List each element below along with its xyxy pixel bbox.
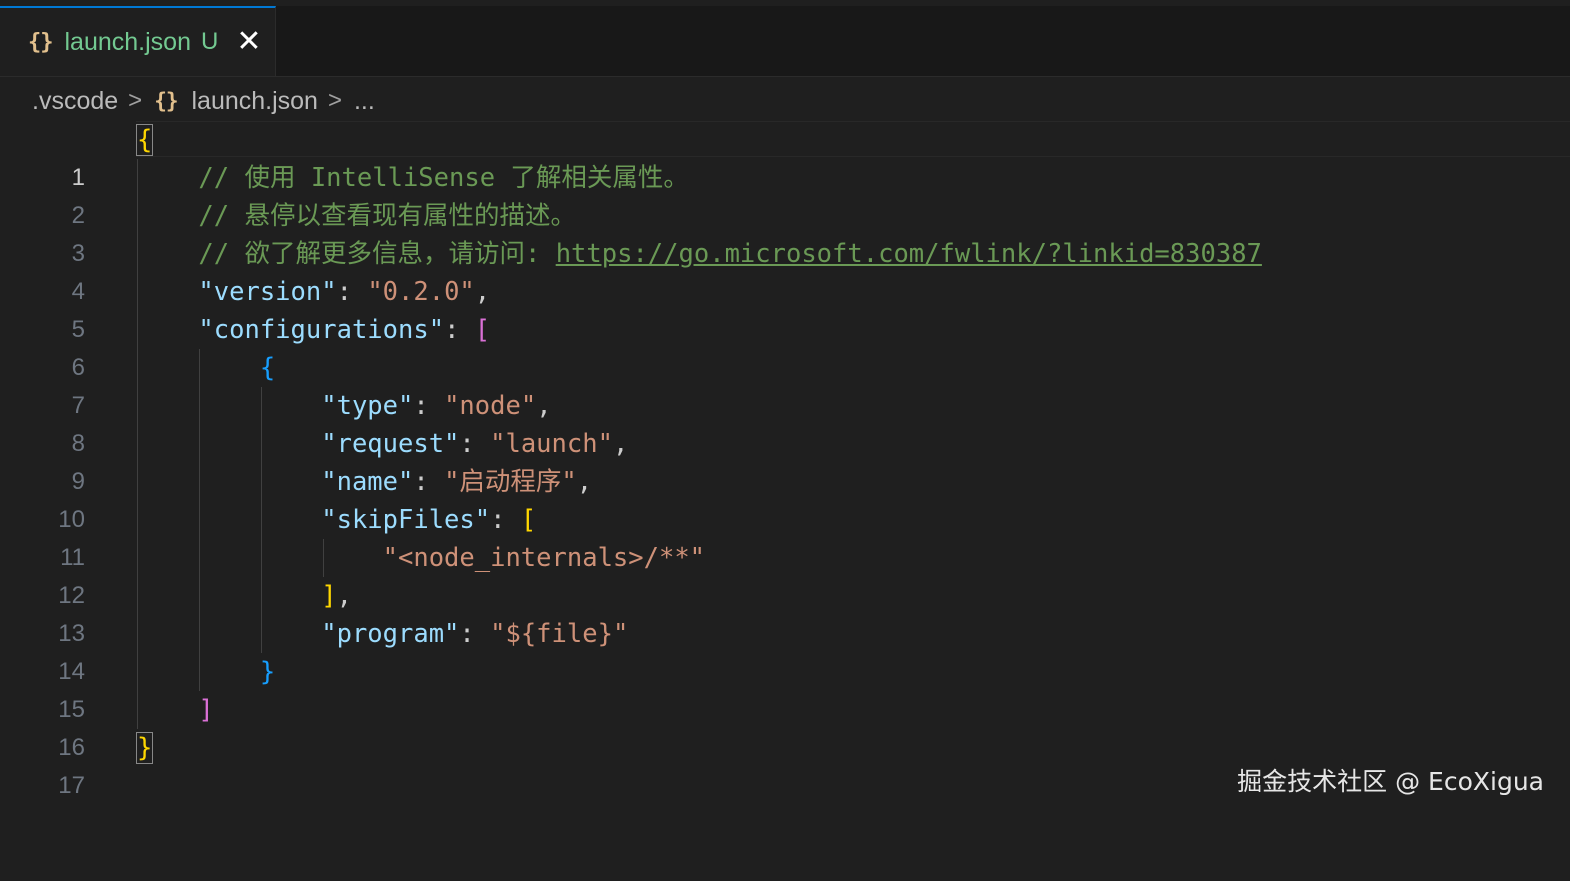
breadcrumb-file[interactable]: launch.json bbox=[191, 87, 317, 116]
json-string: "0.2.0" bbox=[367, 277, 475, 307]
open-brace: { bbox=[259, 353, 276, 383]
open-bracket: [ bbox=[474, 315, 491, 345]
code-line: 9 "request": "launch", bbox=[0, 425, 1570, 495]
close-icon[interactable]: ✕ bbox=[236, 27, 261, 57]
tab-bar: {} launch.json U ✕ bbox=[0, 0, 1570, 77]
code-line: 12 "<node_internals>/**" bbox=[0, 539, 1570, 609]
code-editor[interactable]: 1 { 2 // 使用 IntelliSense 了解相关属性。 3 // 悬停… bbox=[0, 121, 1570, 799]
chevron-right-icon: > bbox=[128, 87, 143, 114]
comment: // 悬停以查看现有属性的描述。 bbox=[198, 201, 576, 231]
tab-launch-json[interactable]: {} launch.json U ✕ bbox=[0, 6, 276, 76]
code-line: 13 ], bbox=[0, 577, 1570, 647]
json-string: "启动程序" bbox=[444, 467, 577, 497]
code-line: 8 "type": "node", bbox=[0, 387, 1570, 457]
code-line: 14 "program": "${file}" bbox=[0, 615, 1570, 685]
tab-label: launch.json bbox=[64, 27, 191, 56]
json-key: "skipFiles" bbox=[321, 505, 491, 535]
code-line: 4 // 欲了解更多信息，请访问: https://go.microsoft.c… bbox=[0, 235, 1570, 305]
close-bracket: ] bbox=[198, 695, 214, 725]
breadcrumb-symbols[interactable]: ... bbox=[354, 87, 375, 116]
code-line: 5 "version": "0.2.0", bbox=[0, 273, 1570, 343]
code-line: 2 // 使用 IntelliSense 了解相关属性。 bbox=[0, 159, 1570, 229]
json-key: "program" bbox=[321, 619, 460, 649]
json-string: "node" bbox=[444, 391, 537, 421]
chevron-right-icon: > bbox=[327, 87, 342, 114]
json-key: "request" bbox=[321, 429, 460, 459]
json-key: "type" bbox=[321, 391, 414, 421]
comment-link[interactable]: https://go.microsoft.com/fwlink/?linkid=… bbox=[556, 239, 1262, 269]
json-key: "version" bbox=[198, 277, 337, 307]
watermark: 掘金技术社区 @ EcoXigua bbox=[1237, 767, 1544, 796]
code-line: 7 { bbox=[0, 349, 1570, 419]
code-line: 10 "name": "启动程序", bbox=[0, 463, 1570, 533]
open-brace: { bbox=[135, 124, 154, 156]
code-line: 6 "configurations": [ bbox=[0, 311, 1570, 381]
code-line: 15 } bbox=[0, 653, 1570, 723]
close-brace: } bbox=[135, 732, 154, 764]
open-bracket: [ bbox=[520, 505, 537, 535]
untracked-status-badge: U bbox=[200, 28, 219, 55]
breadcrumb-folder[interactable]: .vscode bbox=[32, 87, 118, 116]
comment: // 使用 IntelliSense 了解相关属性。 bbox=[198, 163, 689, 193]
json-string: "launch" bbox=[490, 429, 613, 459]
close-bracket: ] bbox=[321, 581, 337, 611]
json-string: "${file}" bbox=[490, 619, 629, 649]
close-brace: } bbox=[259, 657, 276, 687]
json-file-icon: {} bbox=[154, 89, 178, 113]
json-key: "configurations" bbox=[198, 315, 445, 345]
code-line: 3 // 悬停以查看现有属性的描述。 bbox=[0, 197, 1570, 267]
json-file-icon: {} bbox=[28, 29, 53, 55]
code-line: 11 "skipFiles": [ bbox=[0, 501, 1570, 571]
comment: // 欲了解更多信息，请访问: bbox=[198, 239, 556, 269]
code-line: 1 { bbox=[0, 121, 1570, 191]
json-string: "<node_internals>/**" bbox=[382, 543, 706, 573]
breadcrumb: .vscode > {} launch.json > ... bbox=[32, 84, 375, 118]
code-line: 16 ] bbox=[0, 691, 1570, 761]
json-key: "name" bbox=[321, 467, 414, 497]
line-number: 17 bbox=[58, 772, 85, 799]
